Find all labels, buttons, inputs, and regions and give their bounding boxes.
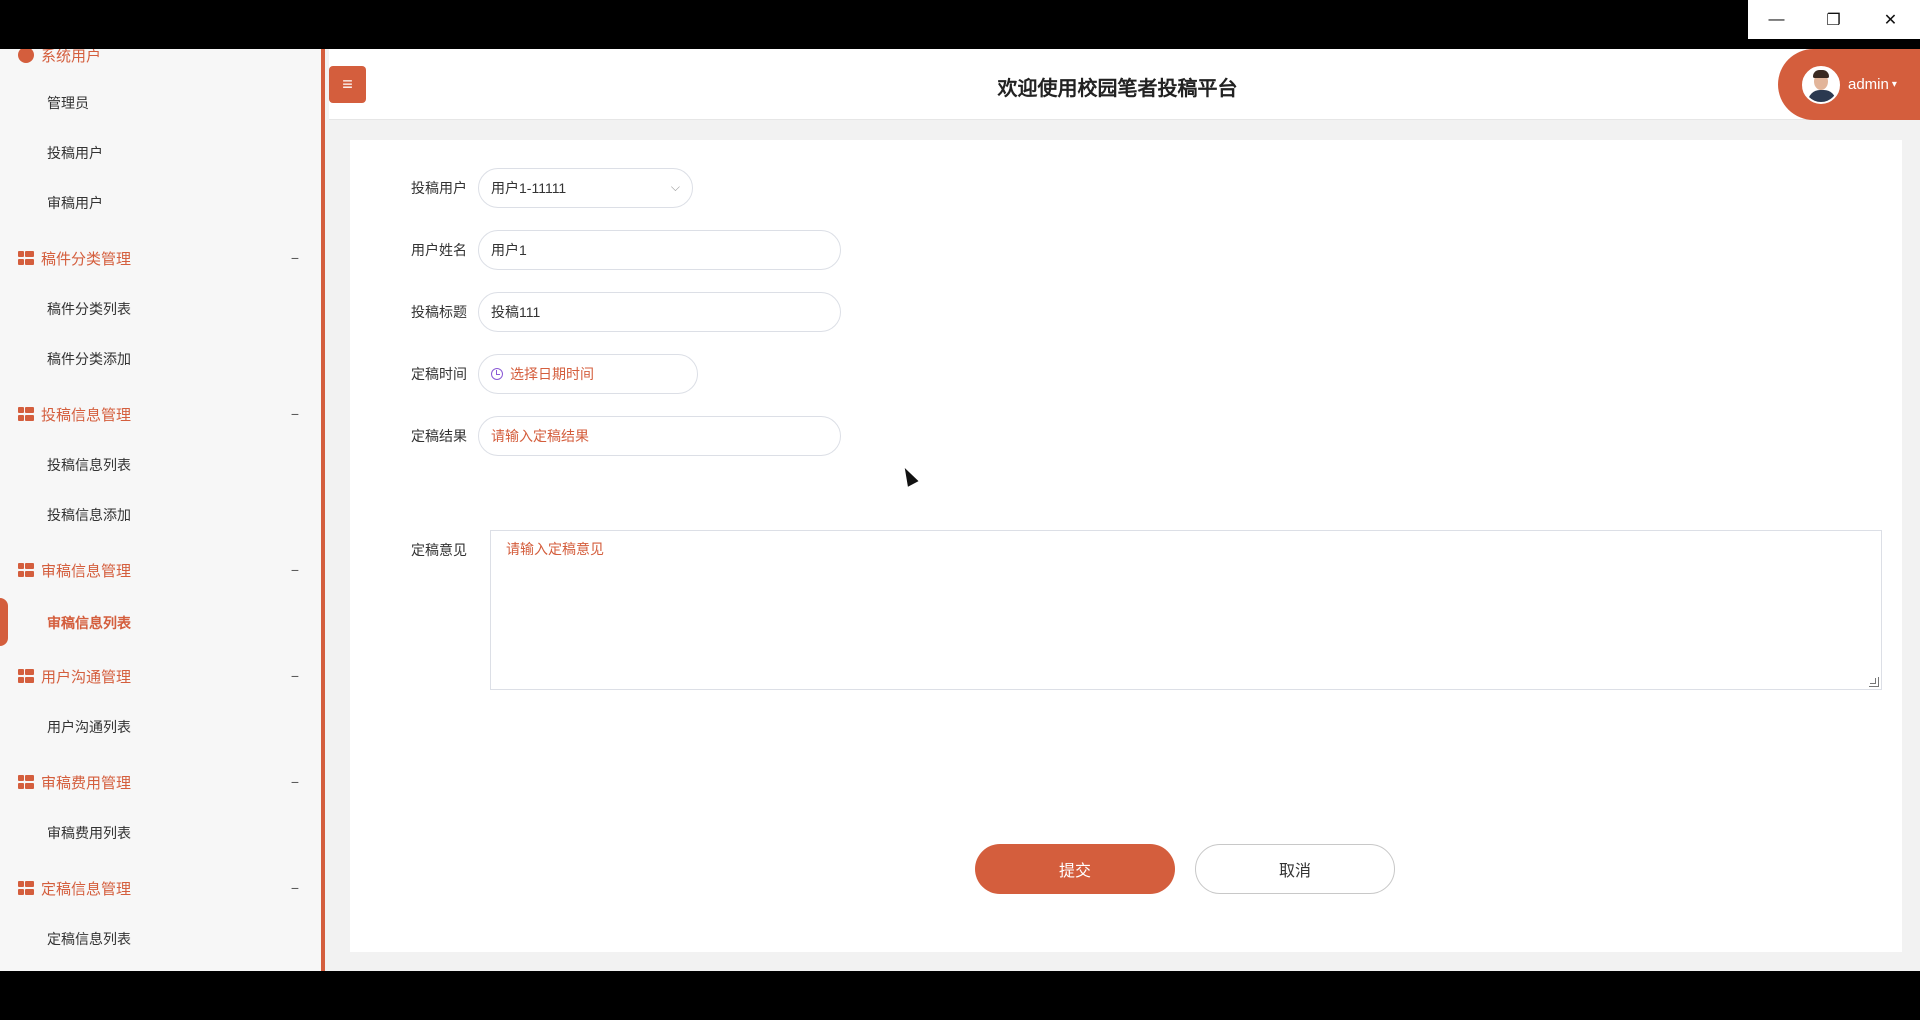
field-label: 用户姓名 (411, 242, 467, 258)
app-window: 系统用户 管理员 投稿用户 审稿用户 稿件分类管理 − 稿件分类列表 稿件分类添… (0, 49, 1920, 971)
sidebar-item-submission-list[interactable]: 投稿信息列表 (0, 445, 321, 485)
grid-icon (18, 881, 34, 895)
field-label: 定稿时间 (411, 366, 467, 382)
grid-icon (18, 407, 34, 421)
admin-name: admin (1848, 76, 1889, 93)
collapse-icon[interactable]: − (291, 250, 299, 266)
sidebar-item-review-list[interactable]: 审稿信息列表 (0, 603, 321, 643)
avatar (1802, 65, 1840, 104)
minimize-button[interactable]: — (1748, 0, 1805, 39)
sidebar-group-label: 审稿信息管理 (41, 562, 132, 580)
submit-user-select[interactable]: 用户1-11111 ⌵ (478, 168, 693, 208)
sidebar-group-final[interactable]: 定稿信息管理 − (0, 868, 321, 908)
chevron-down-icon: ▾ (1891, 79, 1897, 90)
field-label: 投稿标题 (411, 304, 467, 320)
form-row-final-result: 定稿结果 请输入定稿结果 (350, 416, 841, 456)
collapse-icon[interactable]: − (291, 562, 299, 578)
sidebar-group-system-users[interactable]: 系统用户 (0, 49, 321, 75)
sidebar-item-final-list[interactable]: 定稿信息列表 (0, 919, 321, 959)
submit-button[interactable]: 提交 (975, 844, 1175, 894)
close-button[interactable]: ✕ (1862, 0, 1919, 39)
sidebar-group-label: 定稿信息管理 (41, 880, 132, 898)
sidebar-item-review-users[interactable]: 审稿用户 (0, 183, 321, 223)
sidebar-item-submit-users[interactable]: 投稿用户 (0, 133, 321, 173)
sidebar-group-communication[interactable]: 用户沟通管理 − (0, 656, 321, 696)
collapse-icon[interactable]: − (291, 880, 299, 896)
sidebar-group-fees[interactable]: 审稿费用管理 − (0, 762, 321, 802)
cancel-button[interactable]: 取消 (1195, 844, 1395, 894)
user-icon (18, 49, 34, 63)
sidebar-group-label: 系统用户 (41, 49, 102, 65)
sidebar-item-category-add[interactable]: 稿件分类添加 (0, 339, 321, 379)
final-result-field[interactable]: 请输入定稿结果 (478, 416, 841, 456)
field-label: 投稿用户 (411, 180, 467, 196)
sidebar-item-submission-add[interactable]: 投稿信息添加 (0, 495, 321, 535)
sidebar-group-reviews[interactable]: 审稿信息管理 − (0, 550, 321, 590)
sidebar-group-submissions[interactable]: 投稿信息管理 − (0, 394, 321, 434)
date-placeholder: 选择日期时间 (510, 366, 594, 382)
field-label: 定稿意见 (411, 542, 467, 558)
sidebar-item-category-list[interactable]: 稿件分类列表 (0, 289, 321, 329)
window-controls: — ❐ ✕ (1748, 0, 1920, 39)
user-menu[interactable]: admin ▾ (1778, 49, 1920, 120)
sidebar-group-label: 审稿费用管理 (41, 774, 132, 792)
title-field[interactable]: 投稿111 (478, 292, 841, 332)
grid-icon (18, 775, 34, 789)
textarea-placeholder: 请输入定稿意见 (506, 541, 604, 557)
sidebar-item-fee-list[interactable]: 审稿费用列表 (0, 813, 321, 853)
page-title: 欢迎使用校园笔者投稿平台 (997, 78, 1238, 100)
field-label: 定稿结果 (411, 428, 467, 444)
sidebar-group-label: 稿件分类管理 (41, 250, 132, 268)
form-row-submit-user: 投稿用户 用户1-11111 ⌵ (350, 168, 693, 208)
select-value: 用户1-11111 (491, 180, 567, 196)
user-name-field[interactable]: 用户1 (478, 230, 841, 270)
form-row-final-time: 定稿时间 选择日期时间 (350, 354, 698, 394)
resize-handle-icon[interactable] (1869, 677, 1879, 687)
sidebar-group-category[interactable]: 稿件分类管理 − (0, 238, 321, 278)
sidebar-item-communication-list[interactable]: 用户沟通列表 (0, 707, 321, 747)
chevron-down-icon: ⌵ (670, 180, 680, 194)
sidebar: 系统用户 管理员 投稿用户 审稿用户 稿件分类管理 − 稿件分类列表 稿件分类添… (0, 49, 325, 971)
form-row-title: 投稿标题 投稿111 (350, 292, 841, 332)
sidebar-group-label: 投稿信息管理 (41, 406, 132, 424)
grid-icon (18, 669, 34, 683)
final-opinion-textarea[interactable]: 请输入定稿意见 (490, 530, 1882, 690)
collapse-icon[interactable]: − (291, 406, 299, 422)
sidebar-group-label: 用户沟通管理 (41, 668, 132, 686)
sidebar-item-admins[interactable]: 管理员 (0, 83, 321, 123)
grid-icon (18, 251, 34, 265)
form-row-user-name: 用户姓名 用户1 (350, 230, 841, 270)
form-card: 投稿用户 用户1-11111 ⌵ 用户姓名 用户1 投稿标题 投稿111 定稿时… (350, 140, 1902, 952)
restore-button[interactable]: ❐ (1805, 0, 1862, 39)
bottom-bar (0, 971, 1920, 1020)
final-time-picker[interactable]: 选择日期时间 (478, 354, 698, 394)
window-titlebar: — ❐ ✕ (0, 0, 1920, 49)
top-header: ≡ 欢迎使用校园笔者投稿平台 admin ▾ (329, 49, 1920, 120)
grid-icon (18, 563, 34, 577)
collapse-icon[interactable]: − (291, 774, 299, 790)
clock-icon (491, 368, 503, 380)
collapse-icon[interactable]: − (291, 668, 299, 684)
